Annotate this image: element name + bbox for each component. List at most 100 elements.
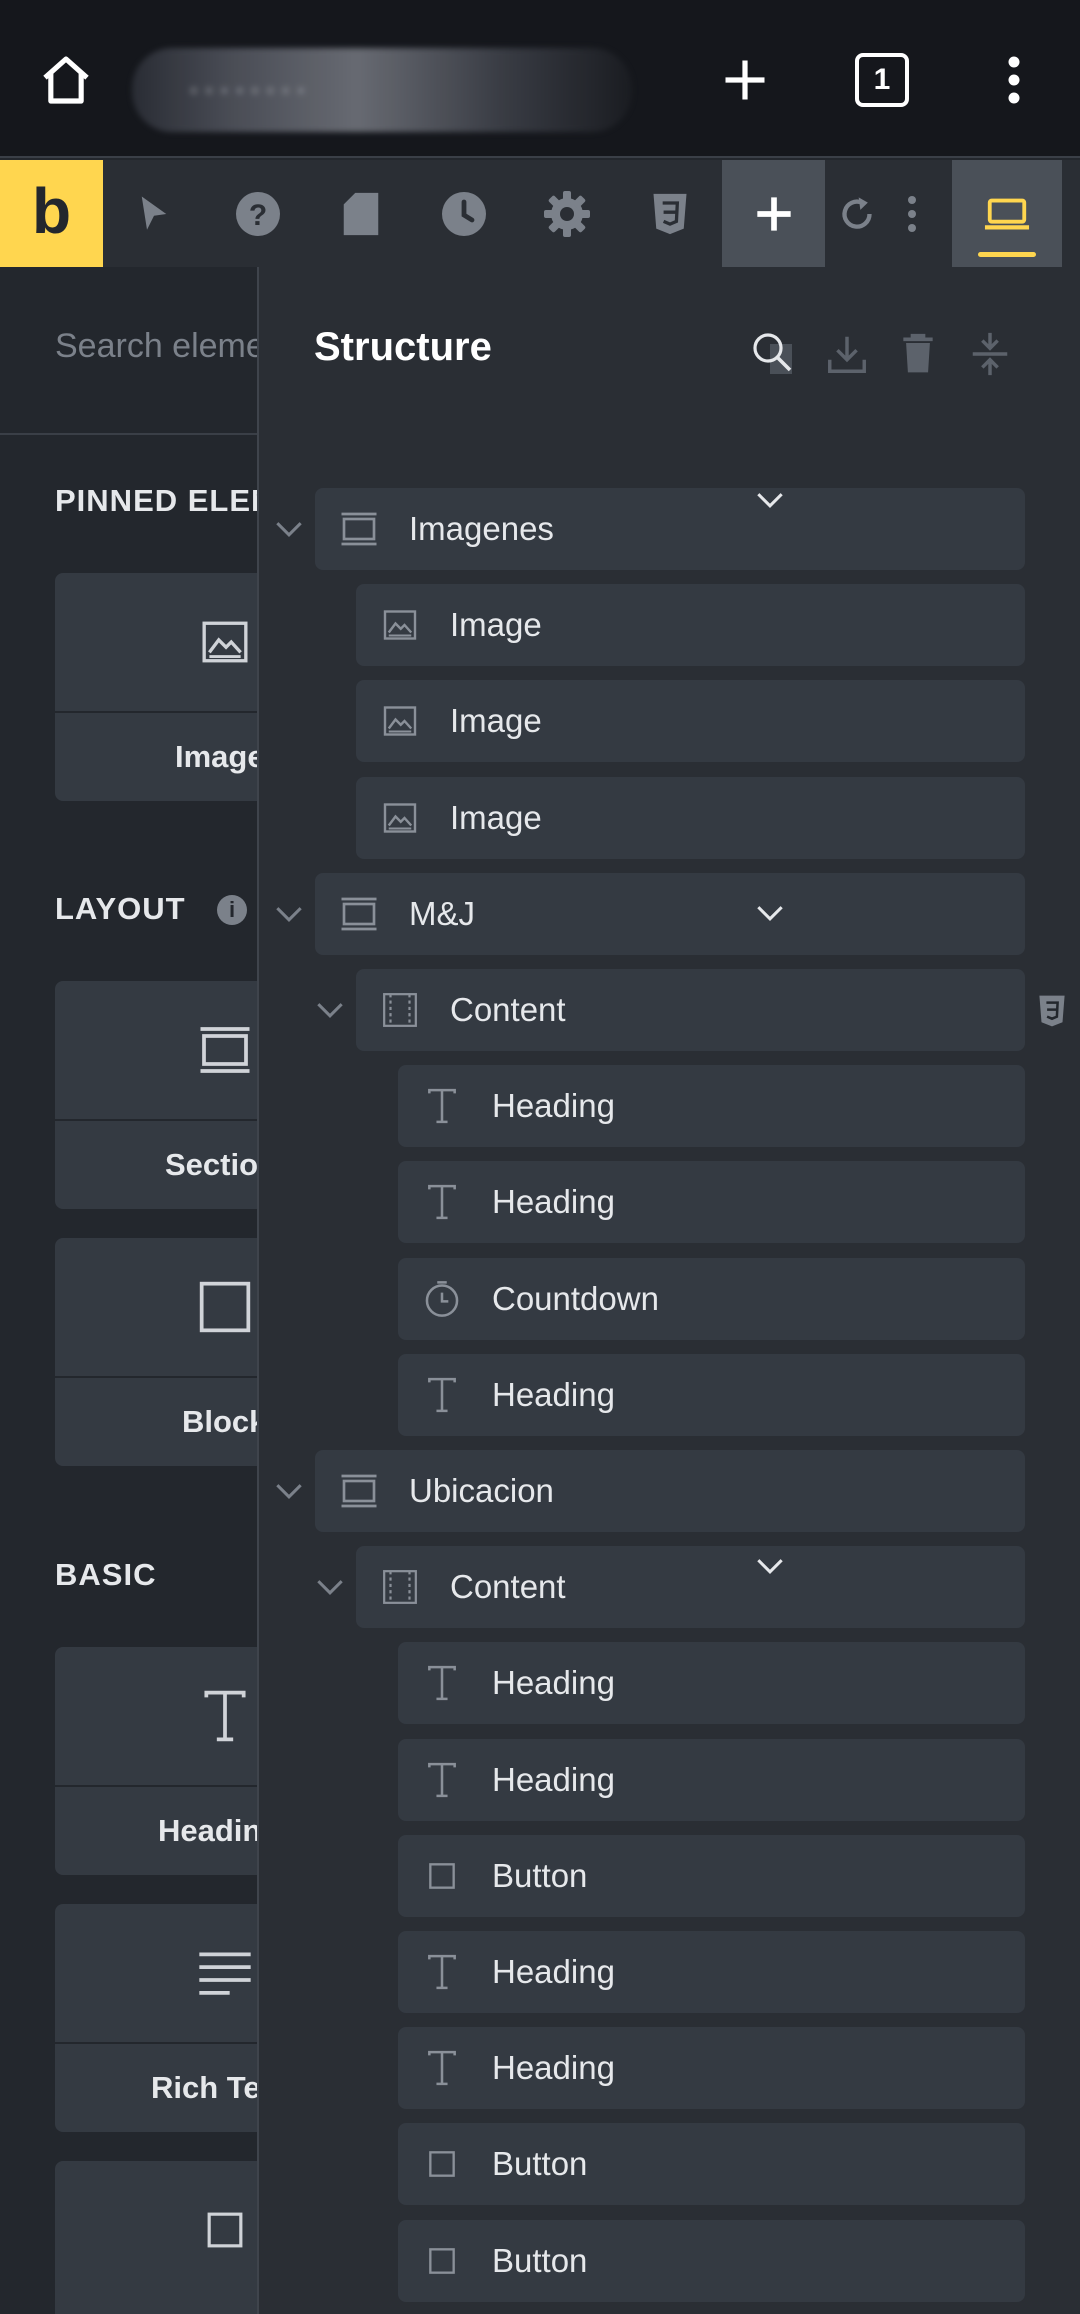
help-icon[interactable]: ?: [222, 160, 294, 267]
structure-row-label: Image: [450, 702, 542, 739]
info-icon[interactable]: i: [217, 895, 247, 925]
structure-row-button[interactable]: Button: [398, 1835, 1025, 1917]
button-icon: [422, 1856, 462, 1896]
history-icon[interactable]: [428, 160, 500, 267]
section-icon: [339, 1471, 379, 1511]
structure-row-heading[interactable]: Heading: [398, 1739, 1025, 1821]
element-card-label: Image: [175, 739, 258, 774]
heading-icon: [422, 1375, 462, 1415]
tree-toggle-icon[interactable]: [269, 509, 309, 549]
element-card-label: Section: [165, 1147, 258, 1182]
delete-icon[interactable]: [893, 329, 943, 379]
structure-row-heading[interactable]: Heading: [398, 1065, 1025, 1147]
block-icon: [199, 1281, 251, 1333]
structure-row-content[interactable]: Content: [356, 969, 1025, 1051]
home-icon[interactable]: [30, 44, 102, 116]
structure-row-countdown[interactable]: Countdown: [398, 1258, 1025, 1340]
heading-icon: [422, 1182, 462, 1222]
structure-row-button[interactable]: Button: [398, 2220, 1025, 2302]
category-title-pinned: PINNED ELEMENTS: [55, 483, 258, 518]
image-icon: [202, 621, 248, 663]
structure-row-label: Button: [492, 1857, 588, 1894]
section-icon: [339, 509, 379, 549]
structure-panel: Structure Imagenes Image Image Image M&J Cont…: [257, 267, 1080, 2314]
css3-icon[interactable]: [634, 160, 706, 267]
structure-row-label: Heading: [492, 2049, 615, 2086]
url-text: ········: [188, 70, 311, 108]
element-card-label: Block: [182, 1404, 258, 1439]
desktop-icon: [984, 198, 1030, 230]
structure-row-label: Imagenes: [409, 510, 554, 547]
structure-row-label: Ubicacion: [409, 1472, 554, 1509]
tree-toggle-icon[interactable]: [310, 1567, 350, 1607]
search-elements-input[interactable]: Search elements: [55, 327, 258, 366]
address-bar[interactable]: ········: [132, 48, 632, 132]
structure-row-heading[interactable]: Heading: [398, 2027, 1025, 2109]
heading-icon: [422, 2048, 462, 2088]
element-card-button[interactable]: [55, 2161, 258, 2314]
heading-icon: [422, 1952, 462, 1992]
add-icon: [756, 196, 791, 231]
divider: [0, 156, 1080, 158]
structure-row-label: Image: [450, 799, 542, 836]
section-icon: [339, 894, 379, 934]
tree-toggle-icon[interactable]: [269, 894, 309, 934]
search-icon[interactable]: [749, 329, 799, 379]
toolbar-more-icon[interactable]: [892, 160, 932, 267]
structure-row-button[interactable]: Button: [398, 2123, 1025, 2205]
import-icon[interactable]: [822, 329, 872, 379]
element-card-image[interactable]: Image: [55, 573, 258, 801]
element-card-block[interactable]: Block: [55, 1238, 258, 1466]
heading-icon: [204, 1690, 246, 1742]
image-icon: [380, 605, 420, 645]
device-desktop-button[interactable]: [952, 160, 1062, 267]
chevron-down-icon[interactable]: [752, 1548, 788, 1584]
structure-row-label: Content: [450, 991, 566, 1028]
structure-row-label: M&J: [409, 895, 475, 932]
css3-icon[interactable]: [1038, 994, 1066, 1028]
structure-row-imagenes[interactable]: Imagenes: [315, 488, 1025, 570]
structure-row-label: Heading: [492, 1761, 615, 1798]
structure-row-label: Heading: [492, 1953, 615, 1990]
structure-row-label: Button: [492, 2145, 588, 2182]
heading-icon: [422, 1760, 462, 1800]
structure-row-heading[interactable]: Heading: [398, 1354, 1025, 1436]
tree-toggle-icon[interactable]: [310, 990, 350, 1030]
structure-row-content[interactable]: Content: [356, 1546, 1025, 1628]
container-icon: [380, 1567, 420, 1607]
collapse-all-icon[interactable]: [965, 329, 1015, 379]
active-indicator: [978, 252, 1036, 257]
element-card-heading[interactable]: Heading: [55, 1647, 258, 1875]
undo-icon[interactable]: [822, 160, 892, 267]
new-tab-icon[interactable]: [709, 44, 781, 116]
structure-row-ubicacion[interactable]: Ubicacion: [315, 1450, 1025, 1532]
tab-switcher-button[interactable]: 1: [846, 44, 918, 116]
page-icon[interactable]: [325, 160, 397, 267]
image-icon: [380, 798, 420, 838]
category-title-basic: BASIC: [55, 1557, 157, 1592]
add-elements-button[interactable]: [722, 160, 825, 267]
structure-row-image[interactable]: Image: [356, 680, 1025, 762]
structure-row-label: Heading: [492, 1376, 615, 1413]
structure-row-label: Countdown: [492, 1280, 659, 1317]
tree-toggle-icon[interactable]: [269, 1471, 309, 1511]
structure-row-heading[interactable]: Heading: [398, 1161, 1025, 1243]
settings-icon[interactable]: [531, 160, 603, 267]
chevron-down-icon[interactable]: [752, 482, 788, 518]
structure-row-label: Button: [492, 2242, 588, 2279]
browser-menu-icon[interactable]: [978, 44, 1050, 116]
logo-letter: b: [31, 174, 72, 247]
structure-row-image[interactable]: Image: [356, 584, 1025, 666]
structure-row-label: Content: [450, 1568, 566, 1605]
structure-row-image[interactable]: Image: [356, 777, 1025, 859]
element-card-label: Rich Text: [151, 2070, 258, 2105]
element-card-rich-text[interactable]: Rich Text: [55, 1904, 258, 2132]
element-card-section[interactable]: Section: [55, 981, 258, 1209]
structure-row-heading[interactable]: Heading: [398, 1931, 1025, 2013]
structure-row-m-j[interactable]: M&J: [315, 873, 1025, 955]
structure-row-heading[interactable]: Heading: [398, 1642, 1025, 1724]
chevron-down-icon[interactable]: [752, 895, 788, 931]
element-card-label: Heading: [158, 1813, 258, 1848]
builder-logo[interactable]: b: [0, 160, 103, 267]
cursor-icon[interactable]: [118, 160, 190, 267]
